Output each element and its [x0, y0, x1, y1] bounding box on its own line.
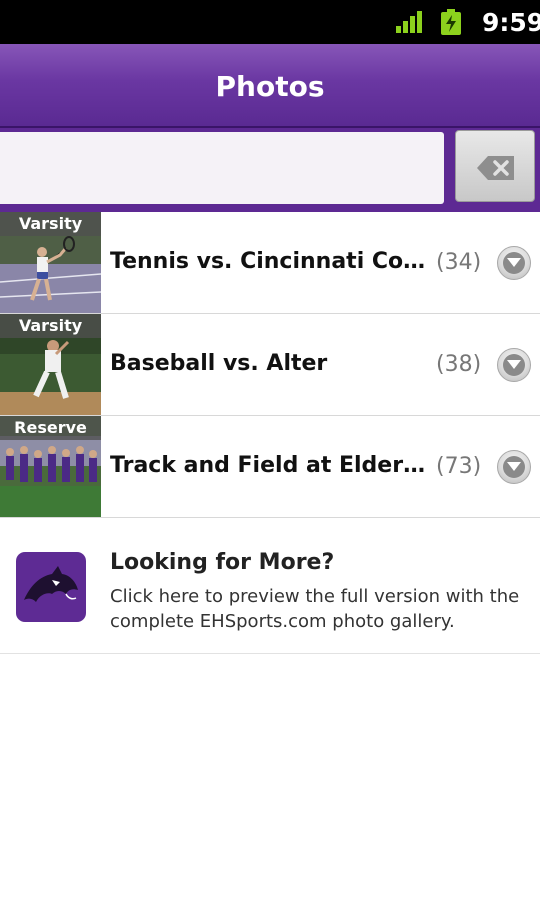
battery-charging-icon — [441, 9, 461, 35]
promo-title: Looking for More? — [110, 550, 335, 575]
status-bar: 9:59 — [0, 0, 540, 44]
chevron-down-icon — [507, 258, 521, 267]
status-clock: 9:59 — [482, 8, 540, 37]
album-badge: Varsity — [0, 212, 101, 236]
album-thumbnail: Varsity — [0, 314, 101, 415]
album-count: (38) — [436, 352, 482, 377]
signal-icon — [396, 11, 422, 33]
album-thumbnail: Varsity — [0, 212, 101, 313]
album-count: (34) — [436, 250, 482, 275]
album-count: (73) — [436, 454, 482, 479]
album-title: Track and Field at Elder Invitational — [110, 453, 428, 478]
album-title: Baseball vs. Alter — [110, 351, 328, 376]
album-menu-button[interactable] — [497, 246, 531, 280]
album-list: Varsity Tennis vs. Cincinnati Country Da… — [0, 212, 540, 518]
album-menu-button[interactable] — [497, 450, 531, 484]
chevron-down-icon — [507, 462, 521, 471]
list-item[interactable]: Varsity Baseball vs. Alter (38) — [0, 314, 540, 416]
album-menu-button[interactable] — [497, 348, 531, 382]
album-title: Tennis vs. Cincinnati Country Day — [110, 249, 428, 274]
search-input[interactable] — [0, 132, 444, 204]
page-title: Photos — [215, 70, 325, 103]
panther-logo-icon — [16, 552, 86, 622]
promo-description: Click here to preview the full version w… — [110, 586, 520, 632]
list-item[interactable]: Reserve Track and Field at Elder Invitat… — [0, 416, 540, 518]
album-badge: Varsity — [0, 314, 101, 338]
title-bar: Photos — [0, 44, 540, 128]
clear-search-button[interactable] — [455, 130, 535, 202]
search-bar — [0, 128, 540, 212]
album-thumbnail: Reserve — [0, 416, 101, 517]
album-badge: Reserve — [0, 416, 101, 440]
looking-for-more-promo[interactable]: Looking for More? Click here to preview … — [0, 518, 540, 654]
chevron-down-icon — [507, 360, 521, 369]
backspace-clear-icon — [477, 156, 514, 180]
list-item[interactable]: Varsity Tennis vs. Cincinnati Country Da… — [0, 212, 540, 314]
